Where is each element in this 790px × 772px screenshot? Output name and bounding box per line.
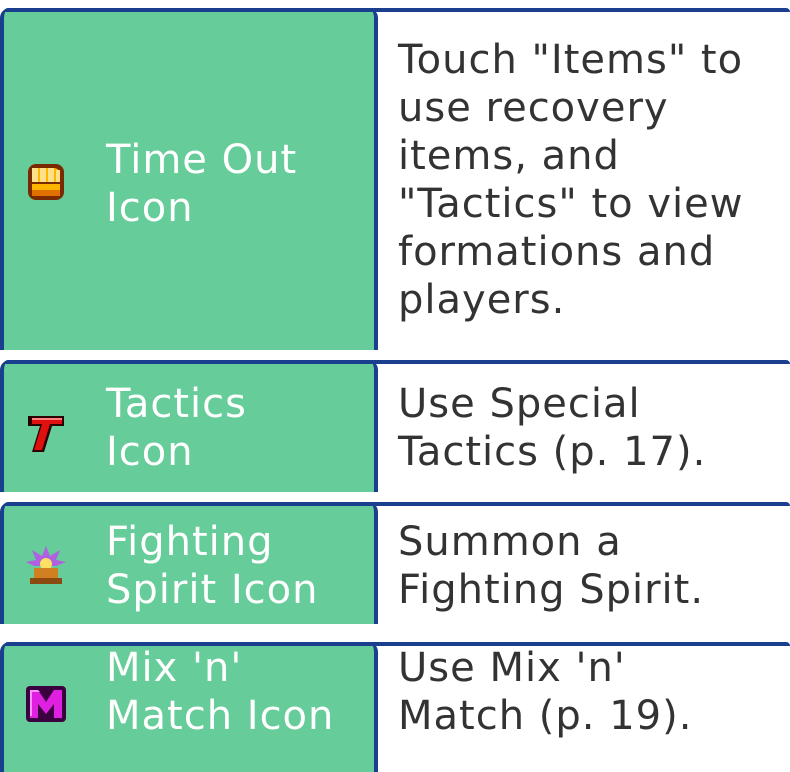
tactics-t-icon	[24, 412, 68, 456]
row-label: Fighting Spirit Icon	[106, 519, 319, 613]
table-row-tactics: Tactics Icon Use Special Tactics (p. 17)…	[0, 360, 790, 492]
table-row-fighting-spirit: Fighting Spirit Icon Summon a Fighting S…	[0, 502, 790, 624]
row-divider	[4, 502, 790, 506]
mix-n-match-m-icon	[24, 682, 68, 726]
table-row-time-out: Time Out Icon Touch "Items" to use recov…	[0, 8, 790, 350]
row-description: Summon a Fighting Spirit.	[398, 519, 705, 613]
row-label: Tactics Icon	[106, 381, 247, 475]
row-divider	[4, 8, 790, 12]
row-description: Touch "Items" to use recovery items, and…	[398, 37, 744, 323]
fighting-spirit-icon	[24, 544, 68, 588]
table-row-mix-n-match: Mix 'n' Match Icon Use Mix 'n' Match (p.…	[0, 642, 790, 772]
time-out-hand-icon	[24, 160, 68, 204]
row-label: Time Out Icon	[106, 137, 298, 231]
row-label: Mix 'n' Match Icon	[106, 645, 335, 739]
row-description: Use Special Tactics (p. 17).	[398, 381, 707, 475]
row-divider	[4, 360, 790, 364]
row-description: Use Mix 'n' Match (p. 19).	[398, 645, 693, 739]
